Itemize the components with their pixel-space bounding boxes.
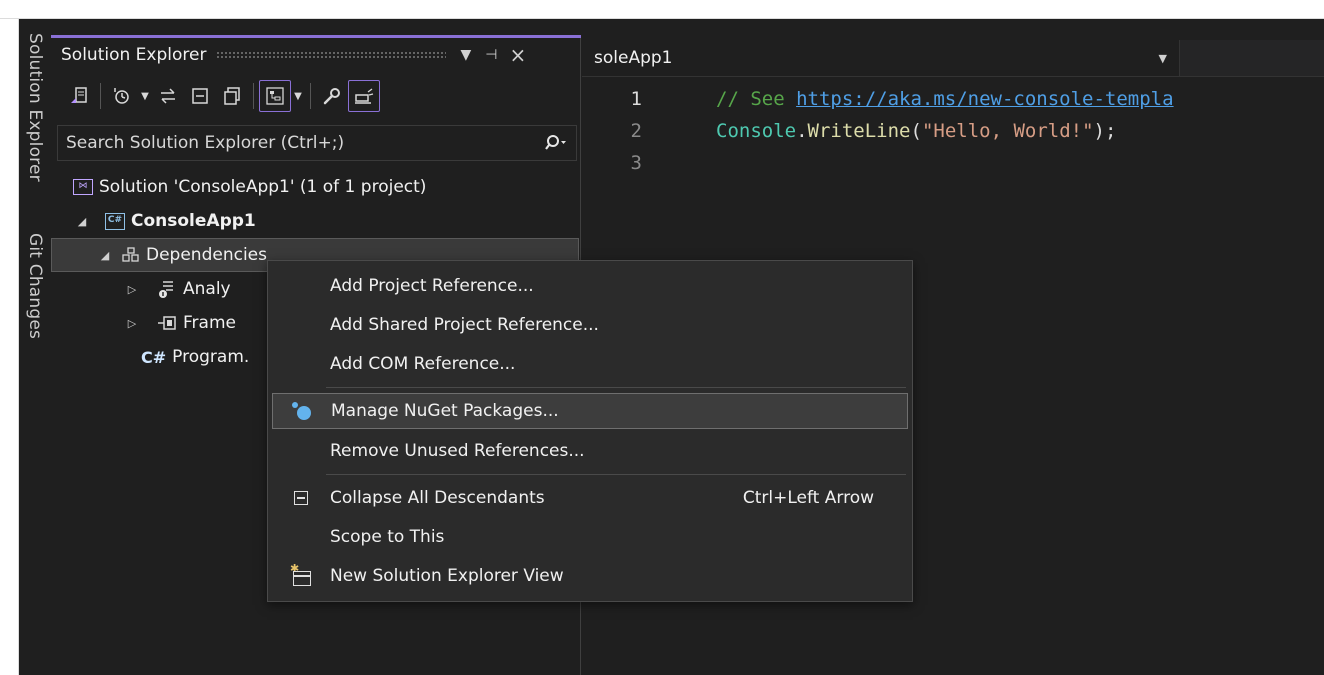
menu-item-new-solution-explorer-view[interactable]: ✱ New Solution Explorer View: [272, 558, 908, 594]
show-all-files-icon[interactable]: [216, 80, 248, 112]
expanded-arrow-icon[interactable]: ◢: [98, 249, 112, 262]
code-punctuation: );: [1093, 120, 1117, 142]
editor-navigation-bar: soleApp1 ▼: [582, 40, 1324, 77]
pin-icon[interactable]: ⊣: [485, 47, 497, 63]
tree-item-label: Frame: [183, 313, 236, 333]
frameworks-icon: [157, 315, 177, 331]
code-punctuation: .: [796, 120, 808, 142]
expanded-arrow-icon[interactable]: ◢: [75, 215, 89, 228]
collapsed-arrow-icon[interactable]: ▷: [125, 317, 139, 330]
analyzers-icon: [157, 279, 177, 299]
new-view-icon: ✱: [272, 562, 330, 586]
tree-item-label: Program.: [172, 347, 250, 367]
menu-item-label: Add Shared Project Reference...: [330, 315, 599, 335]
code-method-name: WriteLine: [807, 120, 911, 142]
menu-item-label: Add Project Reference...: [330, 276, 534, 296]
solution-icon: ⋈: [73, 179, 93, 195]
chevron-down-icon[interactable]: ▼: [138, 80, 152, 112]
search-input[interactable]: [58, 132, 536, 154]
code-string-literal: "Hello, World!": [921, 120, 1094, 142]
toolbar-separator: [100, 83, 101, 109]
tree-item-label: Dependencies: [146, 245, 267, 265]
menu-item-label: Remove Unused References...: [330, 441, 585, 461]
close-icon[interactable]: ×: [509, 43, 526, 67]
pending-changes-filter-icon[interactable]: [106, 80, 138, 112]
toolbar-separator: [253, 83, 254, 109]
menu-item-label: Collapse All Descendants: [330, 488, 545, 508]
menu-item-label: Add COM Reference...: [330, 354, 516, 374]
toolbar-separator: [310, 83, 311, 109]
line-number: 1: [630, 88, 642, 110]
side-tab-solution-explorer[interactable]: Solution Explorer: [25, 33, 45, 182]
type-scope-dropdown[interactable]: [1180, 40, 1324, 76]
side-tab-strip: Solution Explorer Git Changes: [19, 19, 50, 675]
chevron-down-icon: ▼: [1158, 51, 1167, 65]
code-line: 2 Console.WriteLine("Hello, World!");: [582, 115, 1324, 147]
code-punctuation: (: [910, 120, 922, 142]
tree-item-project[interactable]: ◢ C# ConsoleApp1: [51, 204, 579, 238]
project-scope-label: soleApp1: [594, 48, 673, 68]
dependencies-icon: [122, 247, 140, 263]
menu-item-scope-to-this[interactable]: Scope to This: [272, 519, 908, 555]
menu-item-manage-nuget-packages[interactable]: Manage NuGet Packages...: [272, 393, 908, 429]
panel-header: Solution Explorer ▼ ⊣ ×: [51, 38, 581, 72]
visual-studio-window: Solution Explorer Git Changes Solution E…: [19, 19, 1324, 675]
menu-item-collapse-all-descendants[interactable]: Collapse All Descendants Ctrl+Left Arrow: [272, 480, 908, 516]
menu-item-label: New Solution Explorer View: [330, 566, 564, 586]
menu-separator: [326, 474, 906, 475]
collapse-all-icon[interactable]: [184, 80, 216, 112]
line-number: 3: [630, 152, 642, 174]
tree-item-label: Solution 'ConsoleApp1' (1 of 1 project): [99, 177, 427, 197]
switch-views-icon[interactable]: [63, 80, 95, 112]
collapse-icon: [272, 491, 330, 505]
project-scope-dropdown[interactable]: soleApp1 ▼: [582, 40, 1180, 76]
code-line: 3: [582, 147, 1324, 179]
dependencies-context-menu: Add Project Reference... Add Shared Proj…: [267, 260, 913, 602]
window-left-edge: [0, 19, 19, 675]
nuget-icon: [273, 402, 331, 420]
side-tab-git-changes[interactable]: Git Changes: [25, 233, 45, 339]
code-type-name: Console: [716, 120, 797, 142]
menu-item-label: Scope to This: [330, 527, 445, 547]
menu-item-label: Manage NuGet Packages...: [331, 401, 559, 421]
solution-search-box: [57, 125, 577, 161]
solution-explorer-toolbar: ▼ ▼: [51, 76, 581, 116]
menu-item-add-com-reference[interactable]: Add COM Reference...: [272, 346, 908, 382]
csharp-file-icon: C#: [141, 347, 167, 367]
properties-wrench-icon[interactable]: [316, 80, 348, 112]
preview-mode-icon[interactable]: [348, 80, 380, 112]
line-number: 2: [630, 120, 642, 142]
chevron-down-icon[interactable]: ▼: [291, 80, 305, 112]
preview-selected-items-icon[interactable]: [259, 80, 291, 112]
menu-item-add-shared-project-reference[interactable]: Add Shared Project Reference...: [272, 307, 908, 343]
search-icon[interactable]: [536, 134, 576, 152]
csharp-project-icon: C#: [105, 212, 125, 230]
menu-item-shortcut: Ctrl+Left Arrow: [742, 488, 874, 508]
menu-separator: [326, 387, 906, 388]
tree-item-label: ConsoleApp1: [131, 211, 256, 231]
panel-drag-grip[interactable]: [216, 51, 447, 59]
window-top-edge: [0, 0, 1324, 19]
sync-with-active-document-icon[interactable]: [152, 80, 184, 112]
code-comment: // See: [716, 88, 797, 110]
code-line: 1 // See https://aka.ms/new-console-temp…: [582, 83, 1324, 115]
code-comment-link[interactable]: https://aka.ms/new-console-templa: [796, 88, 1174, 110]
menu-item-add-project-reference[interactable]: Add Project Reference...: [272, 268, 908, 304]
tree-item-solution[interactable]: ⋈ Solution 'ConsoleApp1' (1 of 1 project…: [51, 170, 579, 204]
collapsed-arrow-icon[interactable]: ▷: [125, 283, 139, 296]
menu-item-remove-unused-references[interactable]: Remove Unused References...: [272, 433, 908, 469]
panel-title: Solution Explorer: [61, 45, 207, 65]
panel-options-dropdown-icon[interactable]: ▼: [460, 47, 471, 63]
tree-item-label: Analy: [183, 279, 231, 299]
